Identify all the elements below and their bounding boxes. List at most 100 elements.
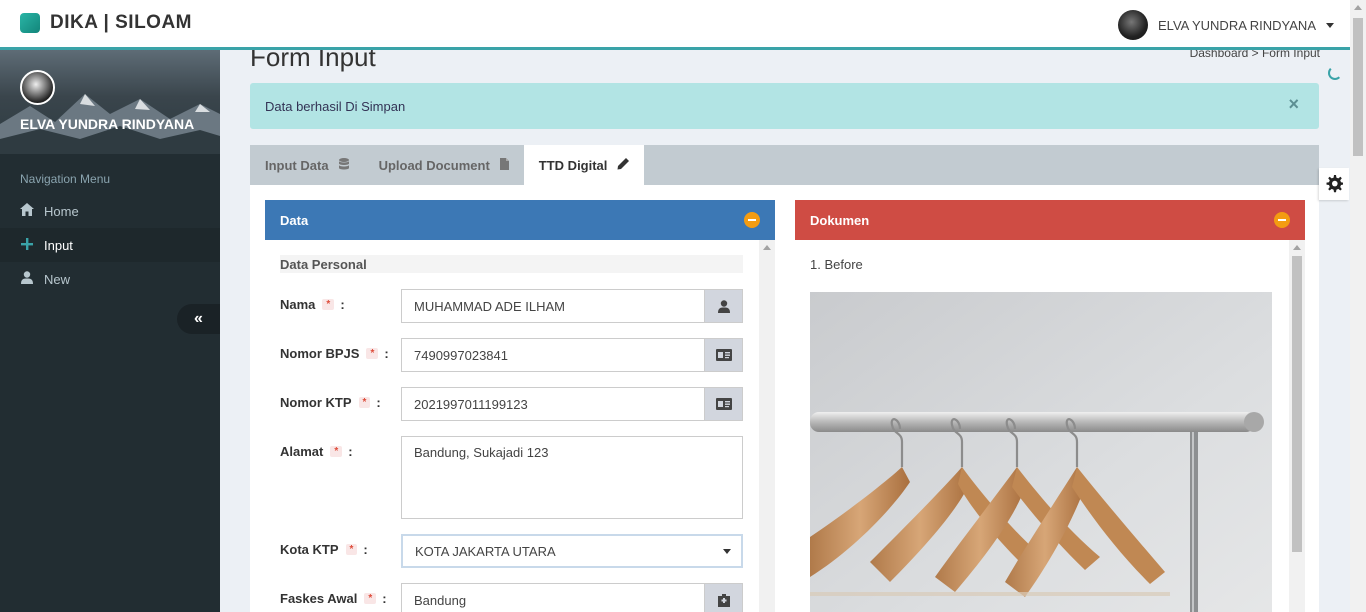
tab-label: TTD Digital <box>538 157 608 173</box>
data-box: Data Data Personal Nama * : MUHAMMAD ADE… <box>265 200 775 612</box>
scroll-up-icon[interactable] <box>1354 5 1362 10</box>
colon: : <box>376 395 381 410</box>
scroll-up-icon[interactable] <box>1293 245 1301 250</box>
required-mark: * <box>330 446 343 457</box>
sidebar-item-label: New <box>44 271 71 287</box>
bpjs-field-group: 7490997023841 <box>401 338 743 372</box>
collapse-icon[interactable] <box>1274 212 1290 228</box>
brand-name: DIKA | SILOAM <box>50 12 192 33</box>
ktp-field-group: 2021997011199123 <box>401 387 743 421</box>
label-text: Nomor BPJS <box>280 346 360 361</box>
chevron-down-icon <box>723 549 731 554</box>
avatar <box>1118 10 1149 40</box>
user-menu[interactable]: ELVA YUNDRA RINDYANA <box>1118 10 1334 40</box>
data-box-scrollbar[interactable] <box>759 240 775 612</box>
brand[interactable]: DIKA | SILOAM <box>20 12 192 34</box>
sidebar-item-label: Input <box>44 237 73 253</box>
user-icon <box>705 289 743 323</box>
scroll-thumb[interactable] <box>1353 18 1363 156</box>
document-box-body: 1. Before <box>795 240 1305 612</box>
nama-field[interactable]: MUHAMMAD ADE ILHAM <box>401 289 705 323</box>
tab-bar: Input Data Upload Document TTD Digital <box>250 145 1319 185</box>
pencil-icon <box>617 157 630 173</box>
required-mark: * <box>366 348 379 359</box>
form-label: Kota KTP * : <box>280 542 368 557</box>
scroll-up-icon[interactable] <box>763 245 771 250</box>
top-navbar: DIKA | SILOAM ELVA YUNDRA RINDYANA <box>0 0 1350 50</box>
plus-icon <box>20 237 34 253</box>
document-box-scrollbar[interactable] <box>1289 240 1305 612</box>
data-box-header: Data <box>265 200 775 240</box>
alamat-textarea[interactable]: Bandung, Sukajadi 123 <box>401 436 743 519</box>
form-label: Nomor KTP * : <box>280 395 381 410</box>
caret-down-icon <box>1326 22 1334 28</box>
ktp-field[interactable]: 2021997011199123 <box>401 387 705 421</box>
id-card-icon <box>705 387 743 421</box>
user-icon <box>20 271 34 287</box>
file-icon <box>499 157 509 173</box>
kota-select[interactable]: KOTA JAKARTA UTARA <box>401 534 743 568</box>
hospital-icon <box>705 583 743 612</box>
bpjs-field[interactable]: 7490997023841 <box>401 338 705 372</box>
colon: : <box>363 542 368 557</box>
form-label: Nomor BPJS * : <box>280 346 389 361</box>
required-mark: * <box>364 593 377 604</box>
user-name: ELVA YUNDRA RINDYANA <box>1158 17 1316 33</box>
faskes-field[interactable]: Bandung <box>401 583 705 612</box>
content-area: Form Input Dashboard > Form Input Data b… <box>220 42 1350 612</box>
sidebar-collapse-button[interactable]: « <box>177 304 220 334</box>
form-label: Faskes Awal * : <box>280 591 387 606</box>
data-box-body: Data Personal Nama * : MUHAMMAD ADE ILHA… <box>265 240 775 612</box>
success-alert: Data berhasil Di Simpan × <box>250 83 1319 129</box>
sidebar: ELVA YUNDRA RINDYANA Navigation Menu Hom… <box>0 50 220 612</box>
tab-label: Upload Document <box>378 157 490 173</box>
select-value: KOTA JAKARTA UTARA <box>415 543 556 559</box>
faskes-field-group: Bandung <box>401 583 743 612</box>
label-text: Kota KTP <box>280 542 339 557</box>
nama-field-group: MUHAMMAD ADE ILHAM <box>401 289 743 323</box>
document-box: Dokumen 1. Before <box>795 200 1305 612</box>
document-item-label: 1. Before <box>810 257 863 272</box>
form-label: Alamat * : <box>280 444 353 459</box>
scroll-thumb[interactable] <box>1292 256 1302 552</box>
tab-ttd-digital[interactable]: TTD Digital <box>523 145 645 185</box>
gear-icon[interactable] <box>1319 168 1349 200</box>
sidebar-user-name: ELVA YUNDRA RINDYANA <box>20 116 195 132</box>
colon: : <box>340 297 345 312</box>
tab-input-data[interactable]: Input Data <box>250 145 364 185</box>
box-title: Dokumen <box>810 212 870 228</box>
document-box-header: Dokumen <box>795 200 1305 240</box>
sidebar-item-input[interactable]: Input <box>0 228 220 262</box>
sidebar-item-label: Home <box>44 203 79 219</box>
avatar <box>20 70 55 105</box>
tabs-box: Input Data Upload Document TTD Digital D… <box>250 145 1319 612</box>
home-icon <box>20 203 34 219</box>
section-title: Data Personal <box>280 255 743 273</box>
required-mark: * <box>345 544 358 555</box>
required-mark: * <box>358 397 371 408</box>
alert-message: Data berhasil Di Simpan <box>265 98 406 114</box>
label-text: Faskes Awal <box>280 591 358 606</box>
box-title: Data <box>280 212 309 228</box>
sidebar-item-home[interactable]: Home <box>0 194 220 228</box>
loading-spinner-icon <box>1328 66 1342 80</box>
database-icon <box>338 157 349 173</box>
close-icon[interactable]: × <box>1288 94 1299 115</box>
sidebar-item-new[interactable]: New <box>0 262 220 296</box>
colon: : <box>382 591 387 606</box>
brand-logo-icon <box>20 13 40 33</box>
form-label: Nama * : <box>280 297 345 312</box>
colon: : <box>348 444 353 459</box>
tab-upload-document[interactable]: Upload Document <box>364 145 524 185</box>
label-text: Nama <box>280 297 316 312</box>
document-photo <box>810 292 1272 612</box>
label-text: Alamat <box>280 444 324 459</box>
colon: : <box>384 346 389 361</box>
required-mark: * <box>322 299 335 310</box>
label-text: Nomor KTP <box>280 395 352 410</box>
id-card-icon <box>705 338 743 372</box>
tab-label: Input Data <box>265 157 329 173</box>
page-scrollbar[interactable] <box>1350 0 1366 612</box>
nav-header: Navigation Menu <box>20 172 111 186</box>
collapse-icon[interactable] <box>744 212 760 228</box>
